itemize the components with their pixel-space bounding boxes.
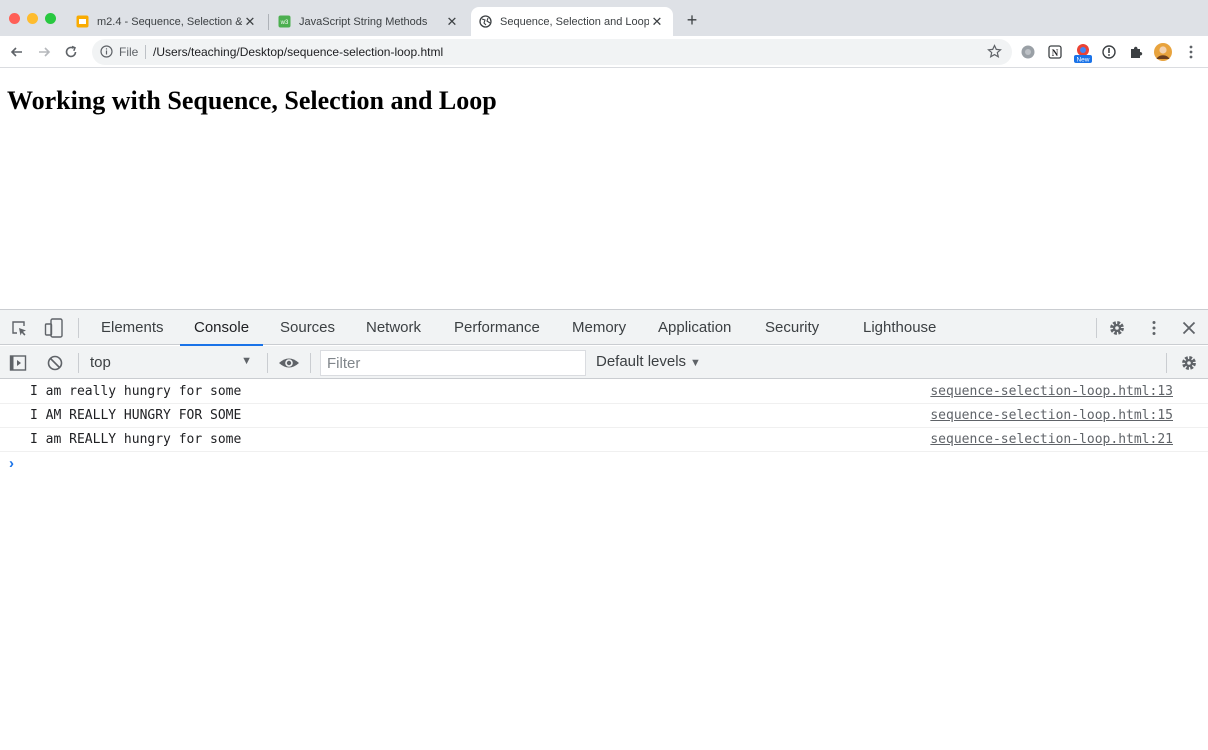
device-toolbar-icon[interactable] [43,317,65,339]
browser-tabstrip: m2.4 - Sequence, Selection & ✕ w3 JavaSc… [0,0,1208,36]
reload-icon[interactable] [62,43,80,61]
toolbar-divider [78,353,79,373]
toolbar-divider [1096,318,1097,338]
tab-memory[interactable]: Memory [572,310,626,345]
tab-title: m2.4 - Sequence, Selection & [97,15,242,28]
log-levels-dropdown[interactable]: Default levels ▼ [596,353,701,370]
console-log-row: I am REALLY hungry for some sequence-sel… [0,428,1208,452]
svg-text:w3: w3 [280,20,289,26]
console-prompt[interactable]: › [0,452,1208,476]
devtools-close-icon[interactable] [1180,319,1198,337]
log-source-link[interactable]: sequence-selection-loop.html:21 [930,432,1173,447]
forward-arrow-icon[interactable] [35,43,53,61]
browser-tab-active[interactable]: Sequence, Selection and Loop ✕ [471,7,673,36]
tab-elements[interactable]: Elements [101,310,164,345]
log-source-link[interactable]: sequence-selection-loop.html:13 [930,384,1173,399]
tab-separator [268,14,269,30]
inspect-element-icon[interactable] [10,319,28,337]
tab-sources[interactable]: Sources [280,310,335,345]
tab-close-icon[interactable]: ✕ [242,14,258,30]
console-filter-input[interactable] [320,350,586,376]
info-icon[interactable] [1101,44,1117,60]
address-bar[interactable]: File /Users/teaching/Desktop/sequence-se… [92,39,1012,65]
context-selector[interactable]: top ▼ [80,353,260,373]
context-value: top [90,354,111,371]
tab-lighthouse[interactable]: Lighthouse [863,310,936,345]
window-zoom-button[interactable] [45,13,56,24]
url-text[interactable]: /Users/teaching/Desktop/sequence-selecti… [153,45,443,59]
console-toolbar: top ▼ Default levels▼ [0,346,1208,379]
devtools-more-icon[interactable] [1145,319,1163,337]
toolbar-divider [267,353,268,373]
tab-title: JavaScript String Methods [299,15,428,28]
window-minimize-button[interactable] [27,13,38,24]
new-tab-button[interactable]: + [683,11,701,29]
console-output: I am really hungry for some sequence-sel… [0,380,1208,476]
tab-security[interactable]: Security [765,310,819,345]
w3schools-icon: w3 [278,15,291,28]
live-expression-eye-icon[interactable] [278,354,300,372]
tab-network[interactable]: Network [366,310,421,345]
log-levels-label: Default levels [596,353,687,370]
toolbar-divider [78,318,79,338]
console-settings-gear-icon[interactable] [1180,354,1198,372]
prompt-chevron-icon: › [9,455,14,472]
browser-tab-w3schools[interactable]: w3 JavaScript String Methods ✕ [270,7,468,36]
devtools-panel: Elements Console Sources Network Perform… [0,309,1208,750]
slides-icon [76,15,89,28]
tab-application[interactable]: Application [658,310,731,345]
browser-tab-slides[interactable]: m2.4 - Sequence, Selection & ✕ [68,7,266,36]
toolbar-divider [310,353,311,373]
url-scheme-label: File [119,45,139,59]
svg-text:N: N [1052,48,1059,58]
tab-title: Sequence, Selection and Loop [500,15,649,28]
more-icon[interactable] [1183,44,1199,60]
show-sidebar-icon[interactable] [9,354,27,372]
extension-circle-icon[interactable] [1020,44,1036,60]
tab-close-icon[interactable]: ✕ [444,14,460,30]
tab-console[interactable]: Console [179,310,264,346]
profile-avatar[interactable] [1154,43,1172,61]
back-arrow-icon[interactable] [8,43,26,61]
globe-icon [479,15,492,28]
tab-performance[interactable]: Performance [454,310,540,345]
devtools-tabbar: Elements Console Sources Network Perform… [0,310,1208,346]
dropdown-arrow-icon: ▼ [690,357,701,369]
log-message: I AM REALLY HUNGRY FOR SOME [30,408,242,423]
bookmark-star-icon[interactable] [987,44,1002,59]
settings-gear-icon[interactable] [1108,319,1126,337]
log-message: I am really hungry for some [30,384,242,399]
omnibox-divider [145,45,146,59]
page-heading: Working with Sequence, Selection and Loo… [7,86,497,115]
console-log-row: I AM REALLY HUNGRY FOR SOME sequence-sel… [0,404,1208,428]
notion-icon[interactable]: N [1047,44,1063,60]
tab-close-icon[interactable]: ✕ [649,14,665,30]
info-icon[interactable] [100,45,113,58]
console-log-row: I am really hungry for some sequence-sel… [0,380,1208,404]
window-close-button[interactable] [9,13,20,24]
puzzle-icon[interactable] [1128,44,1144,60]
clear-console-icon[interactable] [46,354,64,372]
extension-new-icon[interactable]: New [1073,42,1093,64]
log-source-link[interactable]: sequence-selection-loop.html:15 [930,408,1173,423]
extension-badge: New [1076,57,1089,64]
browser-toolbar: File /Users/teaching/Desktop/sequence-se… [0,36,1208,68]
dropdown-arrow-icon: ▼ [241,355,252,367]
log-message: I am REALLY hungry for some [30,432,242,447]
toolbar-divider [1166,353,1167,373]
